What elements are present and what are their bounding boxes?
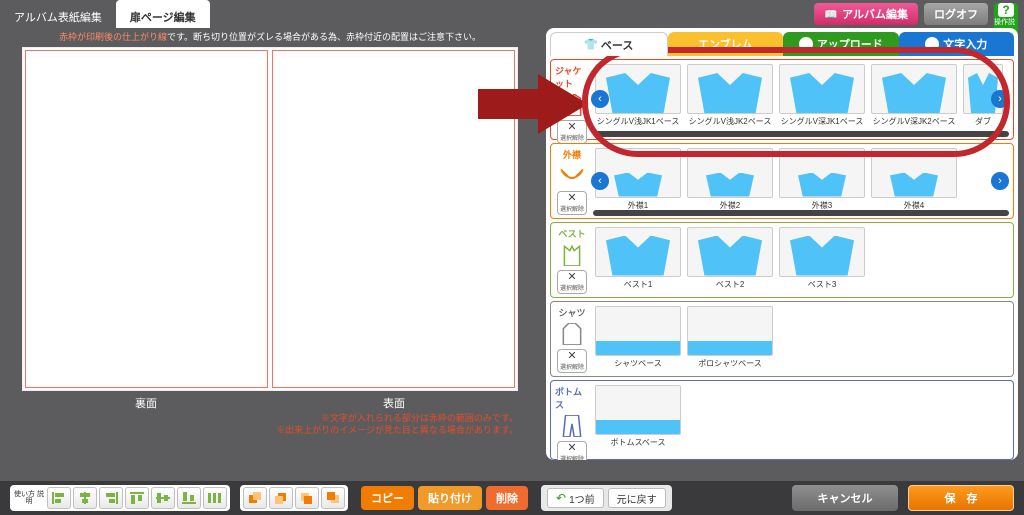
reset-button[interactable]: 元に戻す xyxy=(608,488,666,508)
align-tool-group: 使い方 説明 xyxy=(10,485,230,511)
section-vest: ベスト ✕選択解除 ベスト1 ベスト2 ベスト3 xyxy=(550,222,1014,298)
jacket-icon xyxy=(559,94,585,116)
bring-front-button[interactable] xyxy=(243,487,267,509)
bottoms-clear-button[interactable]: ✕選択解除 xyxy=(557,441,587,461)
page-front[interactable] xyxy=(272,50,515,388)
section-outer-title: 外襟 xyxy=(563,148,581,161)
thumb-jacket[interactable]: シングルV浅JK2ベース xyxy=(687,64,773,127)
tab-spread-edit[interactable]: 扉ページ編集 xyxy=(116,0,210,28)
thumb-vest[interactable]: ベスト3 xyxy=(779,227,865,290)
section-shirt: シャツ ✕選択解除 シャツベース ポロシャツベース xyxy=(550,301,1014,377)
jacket-next-button[interactable]: › xyxy=(991,90,1009,108)
tshirt-icon: 👕 xyxy=(584,38,598,51)
layer-tool-group xyxy=(240,485,348,511)
thumb-outer[interactable]: 外襟2 xyxy=(687,148,773,211)
section-bottoms-title: ボトムス xyxy=(555,385,589,411)
copy-button[interactable]: コピー xyxy=(361,486,414,510)
thumb-outer[interactable]: 外襟4 xyxy=(871,148,957,211)
vest-clear-button[interactable]: ✕選択解除 xyxy=(557,270,587,294)
paste-button[interactable]: 貼り付け xyxy=(418,486,482,510)
page-back[interactable] xyxy=(25,50,268,388)
pants-icon xyxy=(559,415,585,437)
outer-next-button[interactable]: › xyxy=(991,172,1009,190)
vest-icon xyxy=(559,244,585,266)
section-shirt-title: シャツ xyxy=(558,306,585,319)
page-canvas[interactable] xyxy=(22,47,518,391)
label-back: 裏面 xyxy=(135,395,157,411)
canvas-footnotes: ※文字が入れられる部分は赤枠の範囲のみです。 ※出来上がりのイメージが見た目と異… xyxy=(22,413,518,436)
cat-tab-emblem[interactable]: エンブレム xyxy=(668,32,784,56)
section-jacket: ジャケット ✕選択解除 ‹ シングルV浅JK1ベース シングルV浅JK2ベース … xyxy=(550,59,1014,140)
shirt-clear-button[interactable]: ✕選択解除 xyxy=(557,349,587,373)
question-icon: ? xyxy=(998,3,1014,17)
cat-tab-base[interactable]: 👕 ベース xyxy=(550,32,668,56)
section-outer-collar: 外襟 ✕選択解除 ‹ 外襟1 外襟2 外襟3 外襟4 › xyxy=(550,143,1014,219)
send-back-button[interactable] xyxy=(321,487,345,509)
align-vcenter-button[interactable] xyxy=(151,487,175,509)
thumb-jacket[interactable]: シングルV深JK1ベース xyxy=(779,64,865,127)
thumb-bottoms[interactable]: ボトムスベース xyxy=(595,385,681,448)
undo-button[interactable]: ↶1つ前 xyxy=(547,488,604,508)
section-vest-title: ベスト xyxy=(558,227,585,240)
thumb-shirt[interactable]: ポロシャツベース xyxy=(687,306,773,369)
jacket-prev-button[interactable]: ‹ xyxy=(591,90,609,108)
outer-clear-button[interactable]: ✕選択解除 xyxy=(557,191,587,215)
outer-prev-button[interactable]: ‹ xyxy=(591,172,609,190)
undo-group: ↶1つ前 元に戻す xyxy=(541,485,672,511)
distribute-button[interactable] xyxy=(203,487,227,509)
tab-cover-edit[interactable]: アルバム表紙編集 xyxy=(0,0,116,28)
cancel-button[interactable]: キャンセル xyxy=(792,485,898,511)
cat-tab-base-label: ベース xyxy=(601,37,633,53)
align-bottom-button[interactable] xyxy=(177,487,201,509)
cat-tab-upload[interactable]: ↑アップロード xyxy=(783,32,899,56)
align-top-button[interactable] xyxy=(125,487,149,509)
align-hcenter-button[interactable] xyxy=(73,487,97,509)
align-right-button[interactable] xyxy=(99,487,123,509)
bring-forward-button[interactable] xyxy=(269,487,293,509)
thumb-outer[interactable]: 外襟3 xyxy=(779,148,865,211)
book-icon: 📖 xyxy=(824,8,838,21)
align-left-button[interactable] xyxy=(47,487,71,509)
save-button[interactable]: 保 存 xyxy=(908,485,1014,511)
delete-button[interactable]: 削除 xyxy=(486,486,528,510)
section-jacket-title: ジャケット xyxy=(555,64,589,90)
album-edit-button[interactable]: 📖 アルバム編集 xyxy=(814,3,918,25)
collar-icon xyxy=(559,165,585,187)
safety-notice: 赤枠が印刷後の仕上がり線です。断ち切り位置がズレる場合がある為、赤枠付近の配置は… xyxy=(59,30,481,43)
thumb-jacket[interactable]: シングルV深JK2ベース xyxy=(871,64,957,127)
shirt-icon xyxy=(559,323,585,345)
thumb-vest[interactable]: ベスト1 xyxy=(595,227,681,290)
album-edit-label: アルバム編集 xyxy=(842,6,908,22)
send-backward-button[interactable] xyxy=(295,487,319,509)
tool-howto[interactable]: 使い方 説明 xyxy=(13,491,45,505)
logoff-button[interactable]: ログオフ xyxy=(924,3,988,25)
cat-tab-text[interactable]: T文字入力 xyxy=(899,32,1015,56)
thumb-shirt[interactable]: シャツベース xyxy=(595,306,681,369)
label-front: 表面 xyxy=(383,395,405,411)
section-bottoms: ボトムス ✕選択解除 ボトムスベース xyxy=(550,380,1014,461)
jacket-clear-button[interactable]: ✕選択解除 xyxy=(557,120,587,144)
thumb-vest[interactable]: ベスト2 xyxy=(687,227,773,290)
